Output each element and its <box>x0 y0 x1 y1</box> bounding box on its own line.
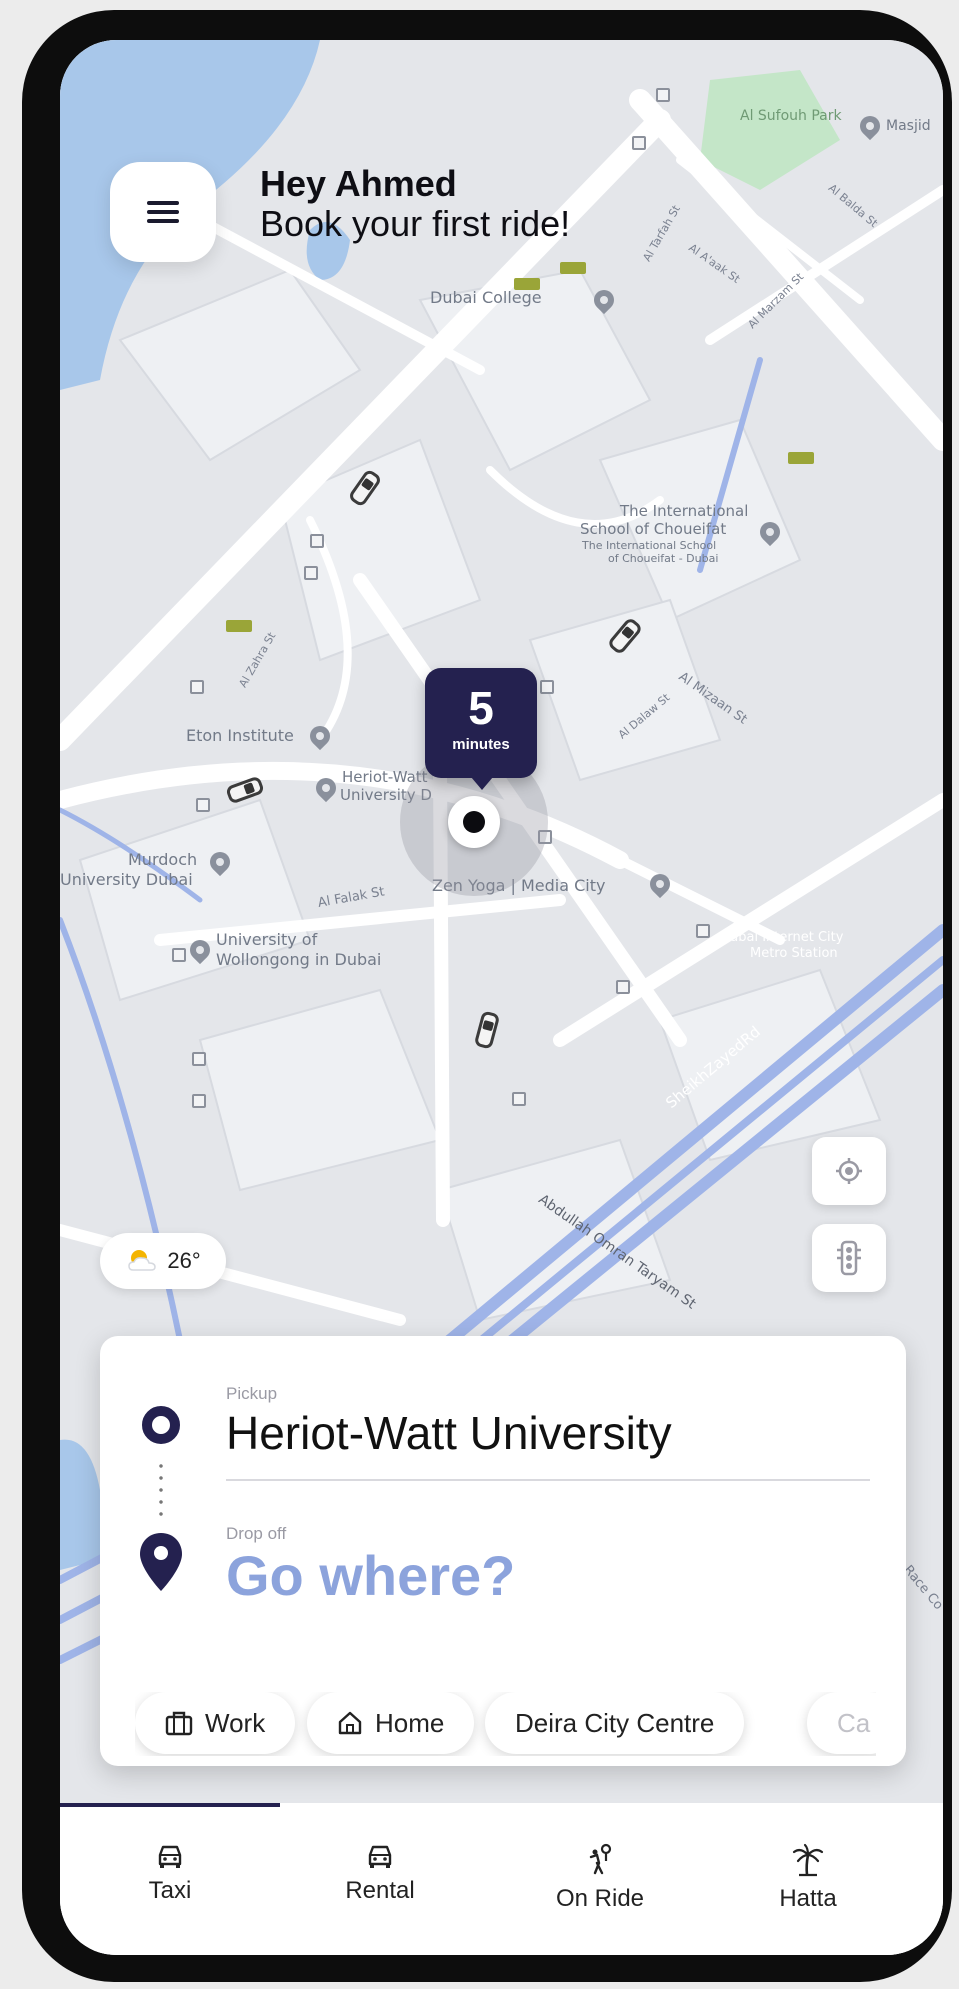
bus-stop-icon <box>190 680 204 694</box>
nav-tab-rental[interactable]: Rental <box>310 1843 450 1905</box>
dropoff-label: Drop off <box>226 1524 287 1543</box>
pickup-dot <box>463 811 485 833</box>
map-label-dubai-college: Dubai College <box>430 288 542 307</box>
weather-chip[interactable]: 26° <box>100 1233 226 1289</box>
road-sign-icon <box>560 262 586 274</box>
pickup-label: Pickup <box>226 1384 278 1403</box>
nav-tab-label: Taxi <box>148 1877 192 1904</box>
eta-unit: minutes <box>452 736 510 753</box>
bus-stop-icon <box>540 680 554 694</box>
hamburger-icon <box>147 201 179 223</box>
pickup-field[interactable]: Heriot-Watt University <box>226 1406 672 1460</box>
map-label-murdoch-2: University Dubai <box>60 870 193 889</box>
nav-tab-hatta[interactable]: Hatta <box>738 1843 878 1913</box>
bus-stop-icon <box>616 980 630 994</box>
bus-stop-icon <box>656 88 670 102</box>
map-label-murdoch-1: Murdoch <box>128 850 198 869</box>
nav-tab-label: Hatta <box>779 1885 837 1912</box>
shortcut-work-button[interactable]: Work <box>135 1692 296 1754</box>
map-label-masjid: Masjid <box>886 118 931 134</box>
bottom-nav: Taxi Rental On Ride Hatta <box>60 1803 943 1955</box>
road-sign-icon <box>514 278 540 290</box>
active-tab-indicator <box>60 1803 280 1807</box>
saved-places-row: Work Home Deira City Centre Ca <box>135 1692 876 1756</box>
app-screen: Dubai College Al Sufouh Park Masjid The … <box>60 40 943 1955</box>
briefcase-icon <box>165 1711 193 1736</box>
crosshair-icon <box>836 1158 862 1184</box>
route-dots <box>159 1460 163 1524</box>
shortcut-more-button[interactable]: Ca <box>807 1692 876 1754</box>
partly-cloudy-icon <box>128 1250 157 1271</box>
shortcut-label: Deira City Centre <box>515 1707 715 1738</box>
map-label-metro-station: Metro Station <box>750 946 838 961</box>
eta-value: 5 <box>468 682 494 734</box>
road-sign-icon <box>226 620 252 632</box>
bus-stop-icon <box>192 1094 206 1108</box>
eta-badge: 5 minutes <box>425 668 537 790</box>
shortcut-label: Work <box>205 1707 266 1738</box>
weather-temperature: 26° <box>167 1248 201 1273</box>
greeting: Hey Ahmed Book your first ride! <box>260 164 570 244</box>
locate-me-button[interactable] <box>812 1137 886 1205</box>
map-label-dubai-internet-city: Dubai Internet City <box>720 930 844 945</box>
dropoff-field[interactable]: Go where? <box>226 1543 515 1608</box>
traffic-toggle-button[interactable] <box>812 1224 886 1292</box>
map-label-choueifat-4: of Choueifat - Dubai <box>608 552 719 565</box>
bus-stop-icon <box>196 798 210 812</box>
bus-stop-icon <box>696 924 710 938</box>
nav-tab-label: Rental <box>345 1877 415 1904</box>
pickup-location-icon <box>142 1406 180 1444</box>
map-label-al-sufouh-park: Al Sufouh Park <box>740 108 842 124</box>
shortcut-deira-city-centre-button[interactable]: Deira City Centre <box>485 1692 745 1754</box>
bus-stop-icon <box>192 1052 206 1066</box>
bus-stop-icon <box>632 136 646 150</box>
map-label-choueifat-3: The International School <box>582 539 717 552</box>
traffic-light-icon <box>837 1240 861 1276</box>
shortcut-home-button[interactable]: Home <box>307 1692 475 1754</box>
ride-icon <box>589 1843 612 1875</box>
shortcut-label: Home <box>375 1707 445 1738</box>
menu-button[interactable] <box>110 162 216 262</box>
home-icon <box>338 1711 362 1735</box>
bus-stop-icon <box>172 948 186 962</box>
palm-tree-icon <box>792 1843 824 1877</box>
nav-tab-taxi[interactable]: Taxi <box>100 1843 240 1905</box>
map-label-wollongong-2: Wollongong in Dubai <box>216 950 382 969</box>
greeting-subtitle: Book your first ride! <box>260 203 571 244</box>
map-label-wollongong-1: University of <box>216 930 318 949</box>
bus-stop-icon <box>310 534 324 548</box>
greeting-name: Hey Ahmed <box>260 163 457 204</box>
map-label-choueifat-1: The International <box>620 502 749 520</box>
road-sign-icon <box>788 452 814 464</box>
field-divider <box>226 1479 870 1481</box>
bus-stop-icon <box>304 566 318 580</box>
map-label-choueifat-2: School of Choueifat <box>580 520 727 538</box>
shortcut-label: Ca <box>837 1707 871 1738</box>
nav-tab-label: On Ride <box>555 1885 645 1912</box>
car-icon <box>368 1845 392 1868</box>
nav-tab-on-ride[interactable]: On Ride <box>530 1843 670 1913</box>
map-label-eton: Eton Institute <box>186 726 294 745</box>
car-icon <box>158 1845 182 1868</box>
dropoff-pin-icon <box>140 1533 182 1591</box>
ride-booking-card: Pickup Heriot-Watt University Drop off G… <box>100 1336 906 1766</box>
bus-stop-icon <box>512 1092 526 1106</box>
